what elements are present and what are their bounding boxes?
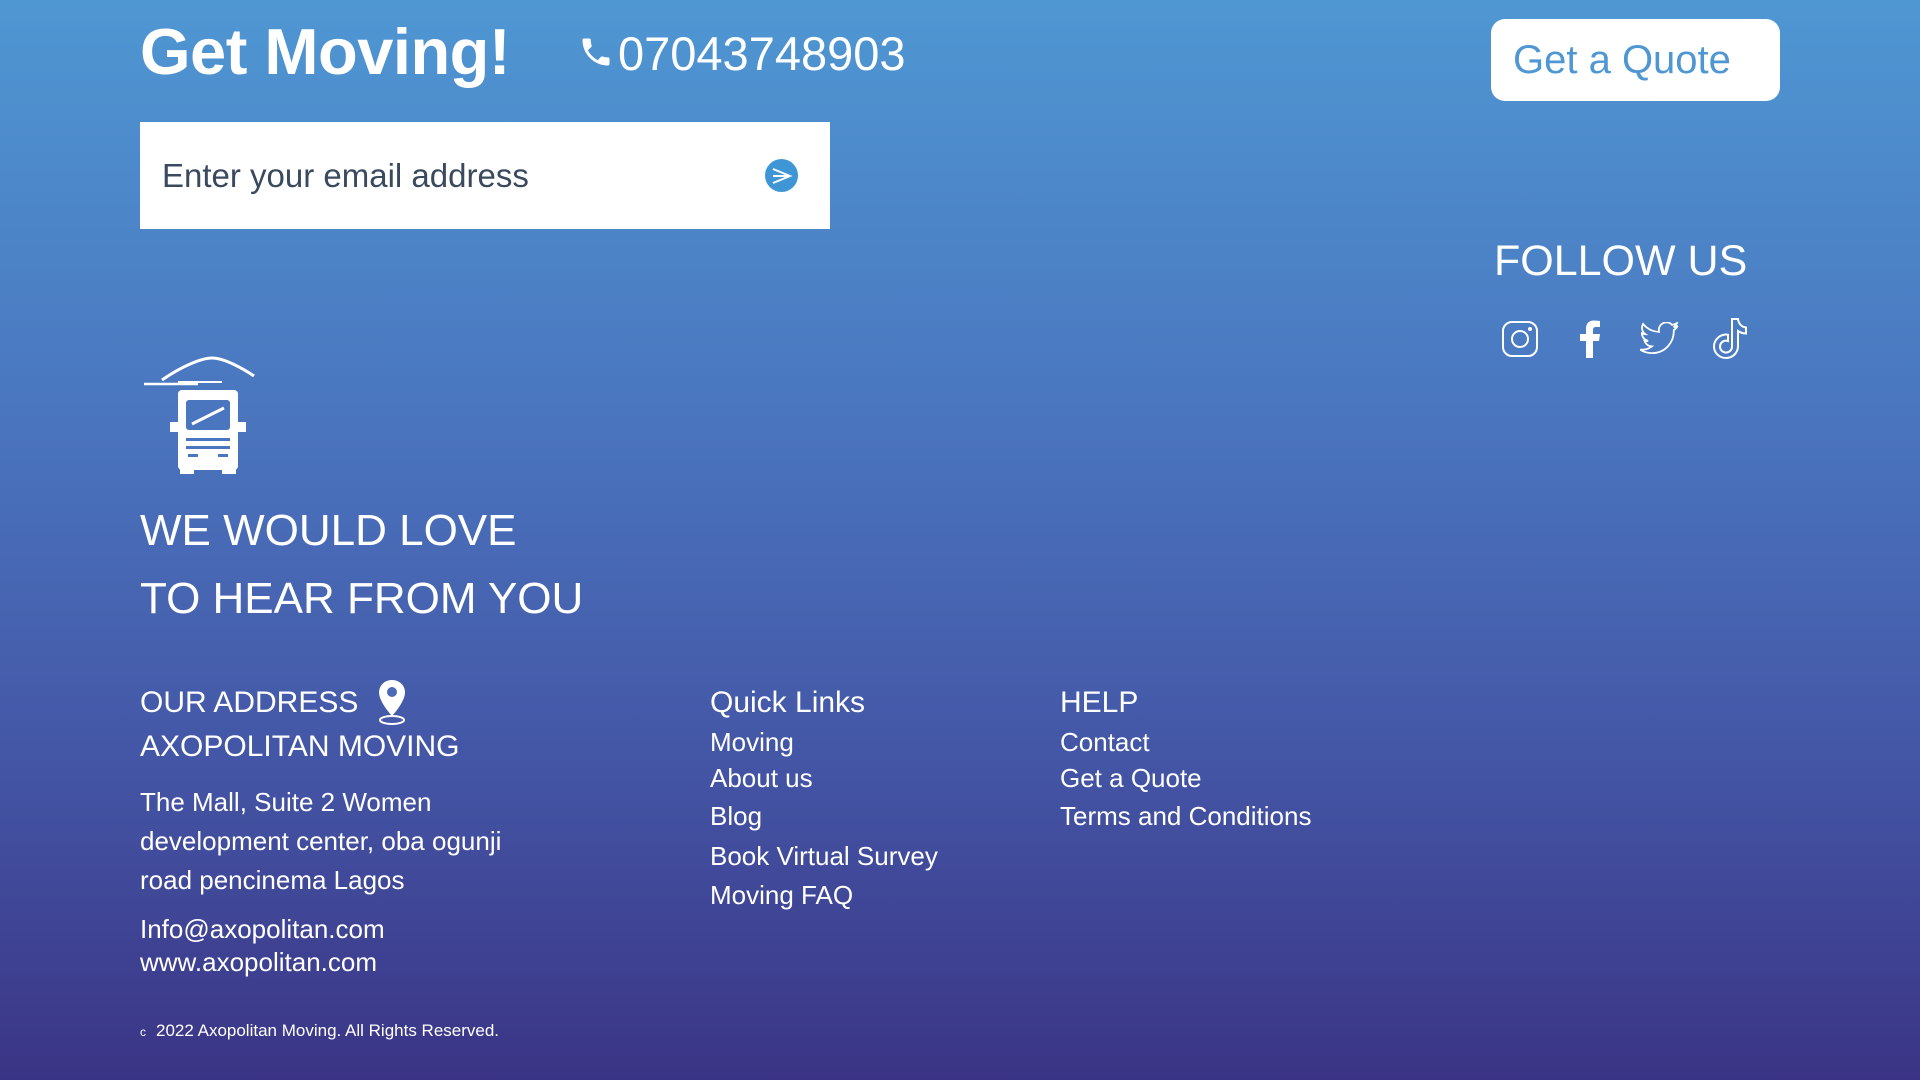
company-name: AXOPOLITAN MOVING bbox=[140, 730, 460, 763]
quick-links-column: Quick Links bbox=[710, 686, 865, 720]
help-column: HELP bbox=[1060, 686, 1138, 720]
link-get-a-quote[interactable]: Get a Quote bbox=[1060, 763, 1202, 794]
link-terms-and-conditions[interactable]: Terms and Conditions bbox=[1060, 801, 1311, 832]
link-moving[interactable]: Moving bbox=[710, 727, 794, 758]
address-line-3: road pencinema Lagos bbox=[140, 865, 405, 895]
email-input[interactable] bbox=[160, 155, 765, 196]
send-button[interactable] bbox=[765, 159, 798, 192]
facebook-icon[interactable] bbox=[1570, 316, 1610, 362]
get-a-quote-button[interactable]: Get a Quote bbox=[1491, 19, 1780, 101]
map-pin-icon bbox=[376, 678, 408, 731]
copyright: c 2022 Axopolitan Moving. All Rights Rese… bbox=[140, 1021, 499, 1041]
twitter-icon[interactable] bbox=[1640, 316, 1680, 362]
link-about-us[interactable]: About us bbox=[710, 763, 813, 794]
phone-number[interactable]: 07043748903 bbox=[578, 26, 906, 81]
link-contact[interactable]: Contact bbox=[1060, 727, 1150, 758]
quick-links-title: Quick Links bbox=[710, 686, 866, 719]
email-link[interactable]: Info@axopolitan.com bbox=[140, 914, 385, 945]
help-title: HELP bbox=[1060, 686, 1139, 719]
address-line-1: The Mall, Suite 2 Women bbox=[140, 787, 432, 817]
street-address: The Mall, Suite 2 Women development cent… bbox=[140, 783, 540, 900]
arrow-right-icon bbox=[772, 167, 793, 184]
copyright-text: 2022 Axopolitan Moving. All Rights Reser… bbox=[156, 1021, 500, 1040]
link-blog[interactable]: Blog bbox=[710, 801, 762, 832]
link-moving-faq[interactable]: Moving FAQ bbox=[710, 880, 853, 911]
contact-tagline: WE WOULD LOVE TO HEAR FROM YOU bbox=[140, 497, 583, 633]
phone-number-text: 07043748903 bbox=[618, 27, 906, 80]
tiktok-icon[interactable] bbox=[1710, 316, 1750, 362]
copyright-symbol: c bbox=[140, 1025, 146, 1039]
tagline-line-1: WE WOULD LOVE bbox=[140, 506, 517, 555]
truck-logo bbox=[142, 356, 257, 479]
instagram-icon[interactable] bbox=[1500, 316, 1540, 362]
address-line-2: development center, oba ogunji bbox=[140, 826, 502, 856]
link-book-virtual-survey[interactable]: Book Virtual Survey bbox=[710, 841, 938, 872]
address-title: OUR ADDRESS bbox=[140, 686, 359, 719]
follow-us-title: FOLLOW US bbox=[1494, 237, 1748, 285]
phone-icon bbox=[578, 26, 618, 81]
social-links bbox=[1500, 316, 1750, 362]
newsletter-form bbox=[140, 122, 830, 229]
tagline-line-2: TO HEAR FROM YOU bbox=[140, 574, 584, 623]
website-link[interactable]: www.axopolitan.com bbox=[140, 947, 377, 978]
headline: Get Moving! bbox=[140, 15, 511, 88]
